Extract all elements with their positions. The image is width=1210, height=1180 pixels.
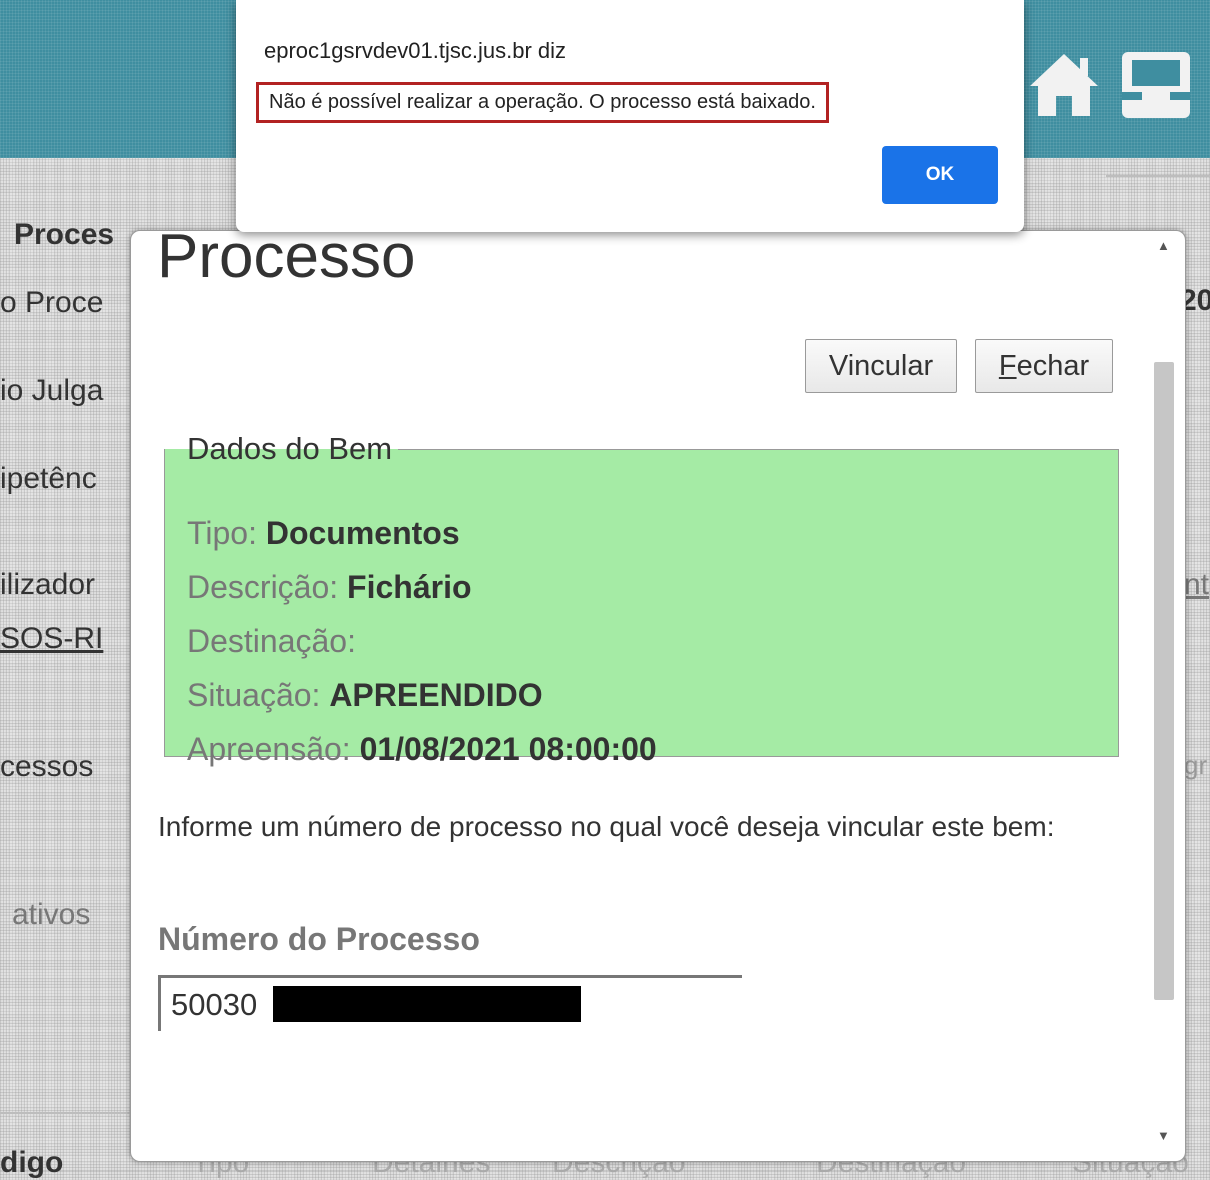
bg-label-processos: cessos xyxy=(0,750,94,783)
browser-alert-dialog: eproc1gsrvdev01.tjsc.jus.br diz Não é po… xyxy=(236,0,1024,232)
vincular-bem-modal: Processo Vincular Fechar Dados do Bem Ti… xyxy=(130,230,1186,1162)
instruction-text: Informe um número de processo no qual vo… xyxy=(158,811,1055,842)
alert-message: Não é possível realizar a operação. O pr… xyxy=(256,82,829,123)
bg-label-processo: Proces xyxy=(14,218,115,251)
apreensao-row: Apreensão: 01/08/2021 08:00:00 xyxy=(187,731,657,768)
destinacao-label: Destinação: xyxy=(187,623,356,659)
bg-label-competencia: ipetênc xyxy=(0,462,97,495)
destinacao-row: Destinação: xyxy=(187,623,356,660)
redaction-box xyxy=(273,986,581,1022)
bg-label-numero: o Proce xyxy=(0,286,104,319)
fechar-button[interactable]: Fechar xyxy=(975,339,1113,393)
modal-title: Processo xyxy=(157,230,416,291)
vincular-button[interactable]: Vincular xyxy=(805,339,957,393)
apreensao-value: 01/08/2021 08:00:00 xyxy=(359,731,657,767)
situacao-label: Situação: xyxy=(187,677,321,713)
tipo-value: Documentos xyxy=(265,515,460,551)
scroll-up-arrow-icon[interactable]: ▲ xyxy=(1157,238,1170,253)
bg-link-right[interactable]: nt xyxy=(1184,568,1209,602)
dados-do-bem-fieldset: Dados do Bem Tipo: Documentos Descrição:… xyxy=(164,431,1119,767)
bg-label-orgao: io Julga xyxy=(0,374,104,407)
tipo-row: Tipo: Documentos xyxy=(187,515,460,552)
modal-scrollbar-thumb[interactable] xyxy=(1154,362,1174,1000)
situacao-row: Situação: APREENDIDO xyxy=(187,677,543,714)
dados-do-bem-legend: Dados do Bem xyxy=(187,431,393,466)
situacao-value: APREENDIDO xyxy=(329,677,543,713)
scroll-down-arrow-icon[interactable]: ▼ xyxy=(1157,1128,1170,1143)
bg-divider xyxy=(1106,175,1210,177)
descricao-label: Descrição: xyxy=(187,569,339,605)
bg-label-right-gr: gr xyxy=(1184,750,1208,780)
tipo-label: Tipo: xyxy=(187,515,257,551)
numero-processo-label: Número do Processo xyxy=(158,921,480,957)
bg-label-ativos: ativos xyxy=(12,898,91,931)
alert-origin: eproc1gsrvdev01.tjsc.jus.br diz xyxy=(264,38,567,63)
descricao-row: Descrição: Fichário xyxy=(187,569,472,606)
apreensao-label: Apreensão: xyxy=(187,731,351,767)
bg-divider xyxy=(0,1112,130,1114)
descricao-value: Fichário xyxy=(347,569,472,605)
bg-label-localizador: ilizador xyxy=(0,568,96,601)
bg-column-codigo: digo xyxy=(0,1146,64,1179)
home-icon[interactable] xyxy=(1028,48,1100,120)
inbox-icon[interactable] xyxy=(1118,48,1194,122)
bg-link-recursos[interactable]: SOS-RI xyxy=(0,622,103,656)
ok-button[interactable]: OK xyxy=(882,146,998,204)
